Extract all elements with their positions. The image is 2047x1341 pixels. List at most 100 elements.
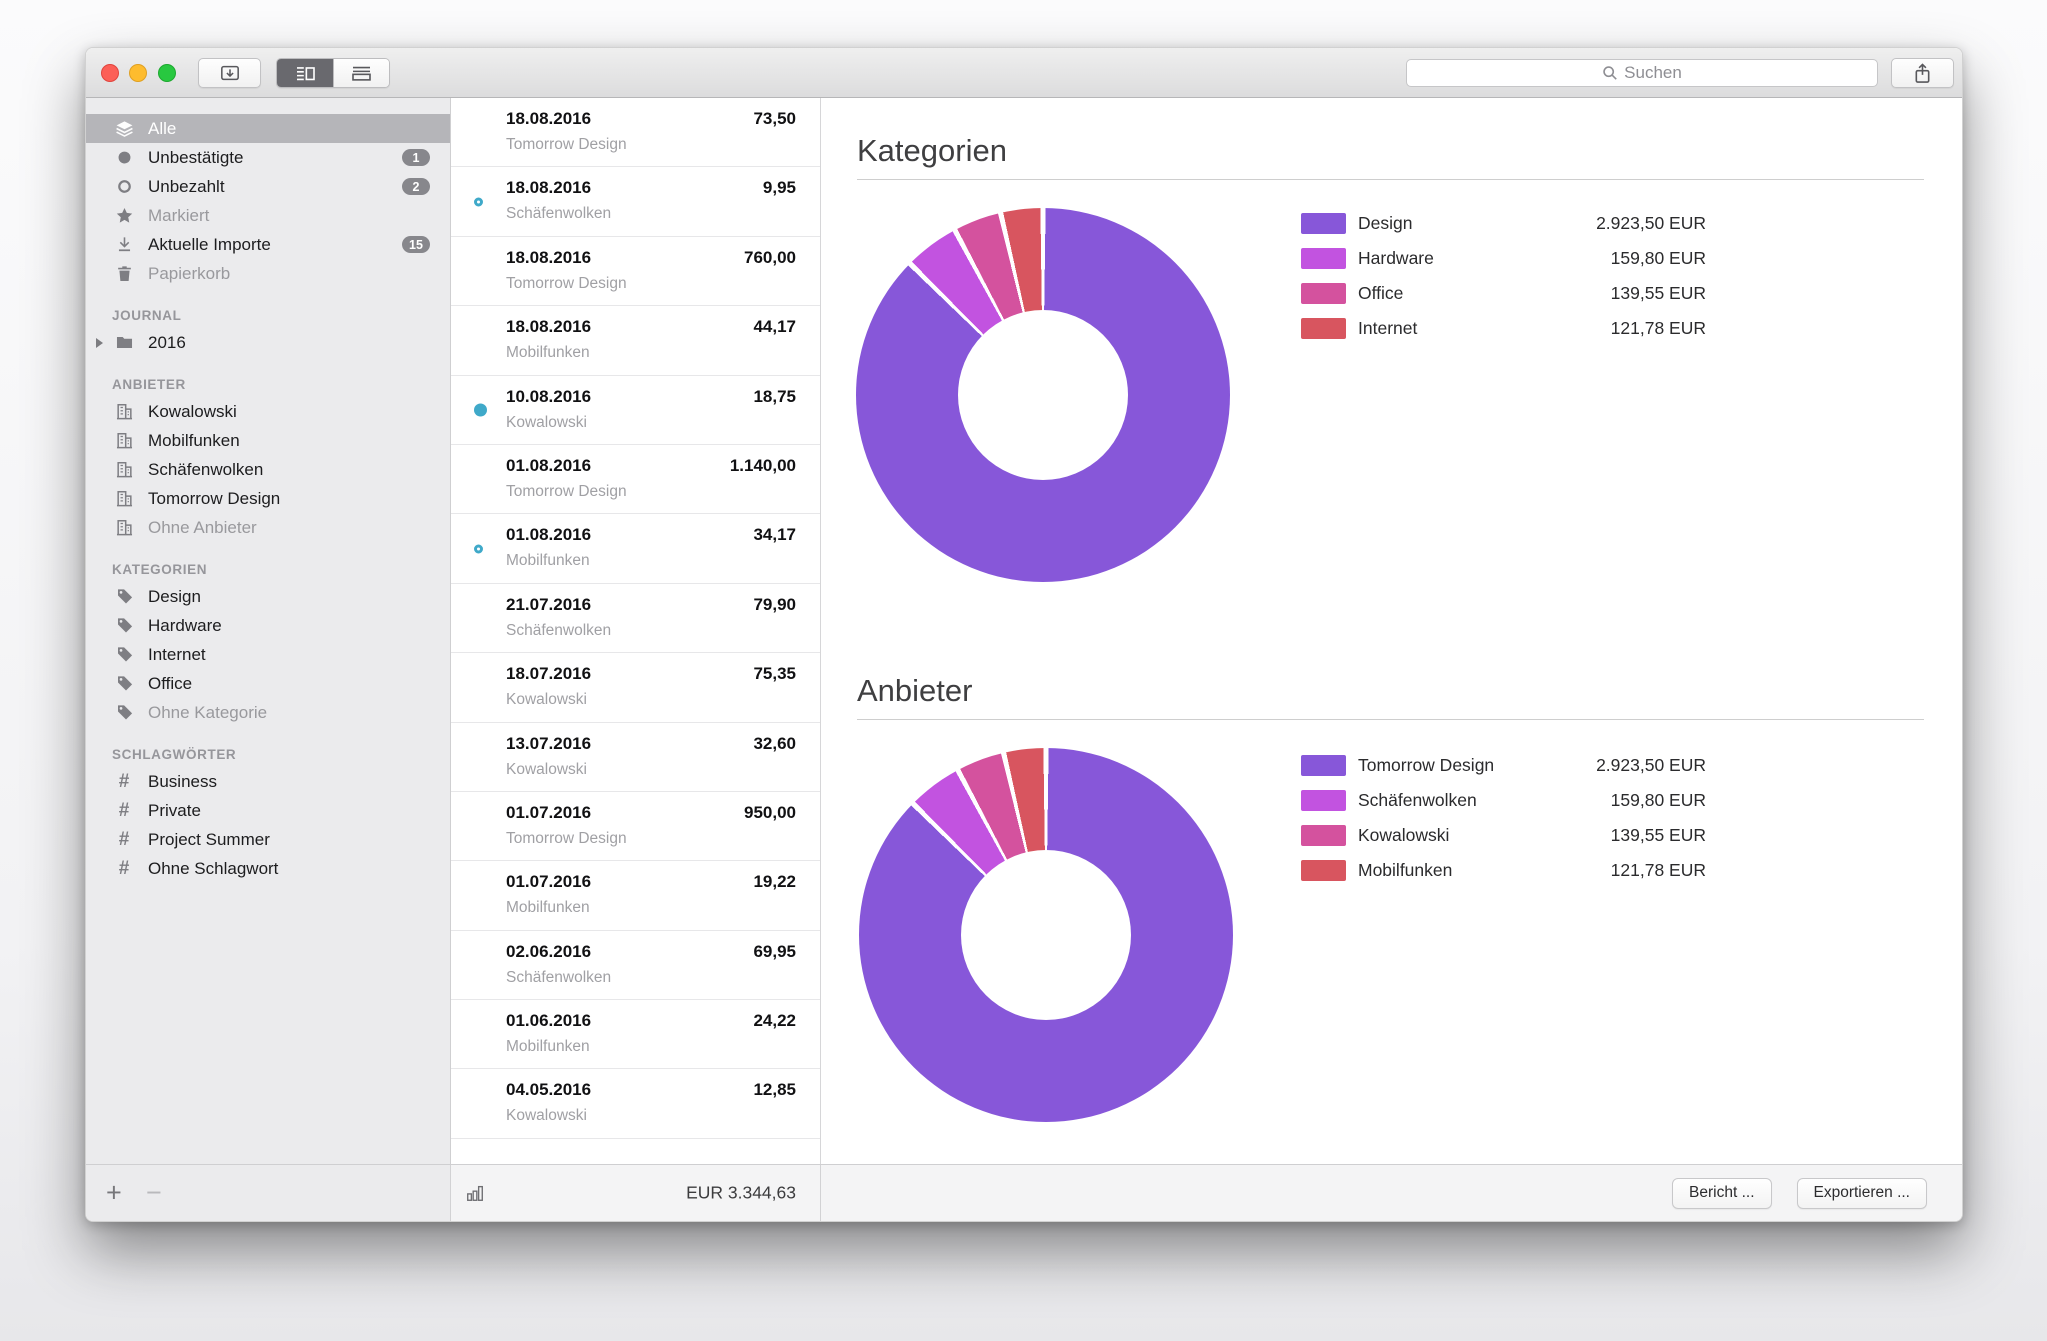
list-item[interactable]: 18.08.2016Tomorrow Design73,50 bbox=[451, 98, 820, 167]
kategorien-divider bbox=[857, 179, 1924, 180]
item-vendor: Tomorrow Design bbox=[506, 830, 627, 848]
legend-label: Tomorrow Design bbox=[1358, 755, 1494, 776]
item-date: 10.08.2016 bbox=[506, 387, 591, 407]
sidebar-item-label: Schäfenwolken bbox=[148, 460, 263, 480]
sidebar-item-design[interactable]: Design bbox=[86, 582, 450, 611]
item-amount: 12,85 bbox=[753, 1080, 796, 1100]
legend-value: 121,78 EUR bbox=[1611, 860, 1706, 881]
legend-swatch bbox=[1301, 283, 1346, 304]
sidebar-item-label: Papierkorb bbox=[148, 264, 230, 284]
disclosure-triangle-icon[interactable] bbox=[96, 338, 103, 348]
sidebar-item-project-summer[interactable]: #Project Summer bbox=[86, 825, 450, 854]
item-vendor: Kowalowski bbox=[506, 761, 587, 779]
list-item[interactable]: 21.07.2016Schäfenwolken79,90 bbox=[451, 584, 820, 653]
item-amount: 950,00 bbox=[744, 803, 796, 823]
sidebar-item-business[interactable]: #Business bbox=[86, 767, 450, 796]
list-item[interactable]: 01.07.2016Tomorrow Design950,00 bbox=[451, 792, 820, 861]
list-item[interactable]: 02.06.2016Schäfenwolken69,95 bbox=[451, 931, 820, 1000]
hash-icon: # bbox=[112, 859, 136, 879]
trash-icon bbox=[112, 264, 136, 284]
list-item[interactable]: 18.08.2016Schäfenwolken9,95 bbox=[451, 167, 820, 236]
sidebar-item-papierkorb[interactable]: Papierkorb bbox=[86, 259, 450, 288]
sidebar-item-ohne-schlagwort[interactable]: #Ohne Schlagwort bbox=[86, 854, 450, 883]
sidebar-item-office[interactable]: Office bbox=[86, 669, 450, 698]
table-rows-view-icon bbox=[351, 65, 372, 82]
minimize-window-button[interactable] bbox=[129, 64, 147, 82]
legend-swatch bbox=[1301, 790, 1346, 811]
sidebar-item-ohne-kategorie[interactable]: Ohne Kategorie bbox=[86, 698, 450, 727]
legend-swatch bbox=[1301, 755, 1346, 776]
sidebar-item-mobilfunken[interactable]: Mobilfunken bbox=[86, 426, 450, 455]
sidebar-item-unbest-tigte[interactable]: Unbestätigte 1 bbox=[86, 143, 450, 172]
close-window-button[interactable] bbox=[101, 64, 119, 82]
item-vendor: Mobilfunken bbox=[506, 552, 590, 570]
legend-swatch bbox=[1301, 825, 1346, 846]
legend-value: 2.923,50 EUR bbox=[1596, 213, 1706, 234]
view-table-button[interactable] bbox=[333, 59, 389, 87]
item-amount: 1.140,00 bbox=[730, 456, 796, 476]
legend-value: 159,80 EUR bbox=[1611, 790, 1706, 811]
legend-row: Tomorrow Design2.923,50 EUR bbox=[1301, 754, 1706, 776]
list-item[interactable]: 04.05.2016 Kowalowski 12,85 bbox=[451, 1069, 820, 1138]
legend-swatch bbox=[1301, 318, 1346, 339]
sidebar-item-aktuelle-importe[interactable]: Aktuelle Importe15 bbox=[86, 230, 450, 259]
kategorien-donut-chart bbox=[856, 208, 1230, 582]
list-item[interactable]: 13.07.2016Kowalowski32,60 bbox=[451, 723, 820, 792]
building-icon bbox=[112, 431, 136, 451]
building-icon bbox=[112, 460, 136, 480]
item-vendor: Mobilfunken bbox=[506, 1038, 590, 1056]
tag-icon bbox=[112, 645, 136, 665]
sidebar: AlleUnbestätigte1Unbezahlt2MarkiertAktue… bbox=[86, 98, 451, 1164]
item-date: 04.05.2016 bbox=[506, 1080, 591, 1100]
item-date: 13.07.2016 bbox=[506, 734, 591, 754]
list-item[interactable]: 10.08.2016Kowalowski18,75 bbox=[451, 376, 820, 445]
tag-icon bbox=[112, 616, 136, 636]
search-input[interactable]: Suchen bbox=[1406, 59, 1878, 87]
unconfirmed-marker-icon bbox=[474, 403, 487, 416]
remove-button[interactable]: − bbox=[146, 1180, 162, 1207]
circle-filled-icon bbox=[112, 148, 136, 168]
unpaid-marker-icon bbox=[474, 197, 483, 206]
item-amount: 760,00 bbox=[744, 248, 796, 268]
sidebar-item-label: Unbestätigte bbox=[148, 148, 243, 168]
count-badge: 1 bbox=[402, 149, 430, 166]
list-item[interactable]: 01.07.2016Mobilfunken19,22 bbox=[451, 861, 820, 930]
sidebar-item-alle[interactable]: Alle bbox=[86, 114, 450, 143]
list-item[interactable]: 18.08.2016Mobilfunken44,17 bbox=[451, 306, 820, 375]
search-icon bbox=[1602, 65, 1618, 81]
add-button[interactable]: + bbox=[106, 1180, 122, 1207]
bar-chart-icon[interactable] bbox=[465, 1183, 485, 1203]
sidebar-item-markiert[interactable]: Markiert bbox=[86, 201, 450, 230]
total-amount: EUR 3.344,63 bbox=[686, 1183, 796, 1204]
import-button[interactable] bbox=[198, 58, 261, 88]
view-list-detail-button[interactable] bbox=[277, 59, 333, 87]
list-item[interactable]: 01.08.2016Mobilfunken34,17 bbox=[451, 514, 820, 583]
item-vendor: Kowalowski bbox=[506, 1107, 587, 1125]
sidebar-section-header: KATEGORIEN bbox=[86, 562, 450, 577]
charts-panel: Kategorien Design2.923,50 EURHardware159… bbox=[821, 98, 1962, 1164]
sidebar-item-kowalowski[interactable]: Kowalowski bbox=[86, 397, 450, 426]
item-vendor: Kowalowski bbox=[506, 414, 587, 432]
list-item[interactable]: 18.08.2016Tomorrow Design760,00 bbox=[451, 237, 820, 306]
report-button[interactable]: Bericht ... bbox=[1672, 1178, 1771, 1209]
sidebar-item-ohne-anbieter[interactable]: Ohne Anbieter bbox=[86, 513, 450, 542]
item-date: 18.07.2016 bbox=[506, 664, 591, 684]
item-amount: 34,17 bbox=[753, 525, 796, 545]
sidebar-item-2016[interactable]: 2016 bbox=[86, 328, 450, 357]
sidebar-item-unbezahlt[interactable]: Unbezahlt2 bbox=[86, 172, 450, 201]
zoom-window-button[interactable] bbox=[158, 64, 176, 82]
list-item[interactable]: 01.08.2016Tomorrow Design1.140,00 bbox=[451, 445, 820, 514]
export-button[interactable]: Exportieren ... bbox=[1797, 1178, 1928, 1209]
sidebar-item-hardware[interactable]: Hardware bbox=[86, 611, 450, 640]
building-icon bbox=[112, 402, 136, 422]
sidebar-item-label: Aktuelle Importe bbox=[148, 235, 271, 255]
list-item[interactable]: 18.07.2016Kowalowski75,35 bbox=[451, 653, 820, 722]
sidebar-item-internet[interactable]: Internet bbox=[86, 640, 450, 669]
sidebar-item-tomorrow-design[interactable]: Tomorrow Design bbox=[86, 484, 450, 513]
list-item[interactable]: 01.06.2016Mobilfunken24,22 bbox=[451, 1000, 820, 1069]
sidebar-item-private[interactable]: #Private bbox=[86, 796, 450, 825]
item-amount: 79,90 bbox=[753, 595, 796, 615]
share-button[interactable] bbox=[1891, 58, 1954, 88]
sidebar-item-sch-fenwolken[interactable]: Schäfenwolken bbox=[86, 455, 450, 484]
hash-icon: # bbox=[112, 830, 136, 850]
